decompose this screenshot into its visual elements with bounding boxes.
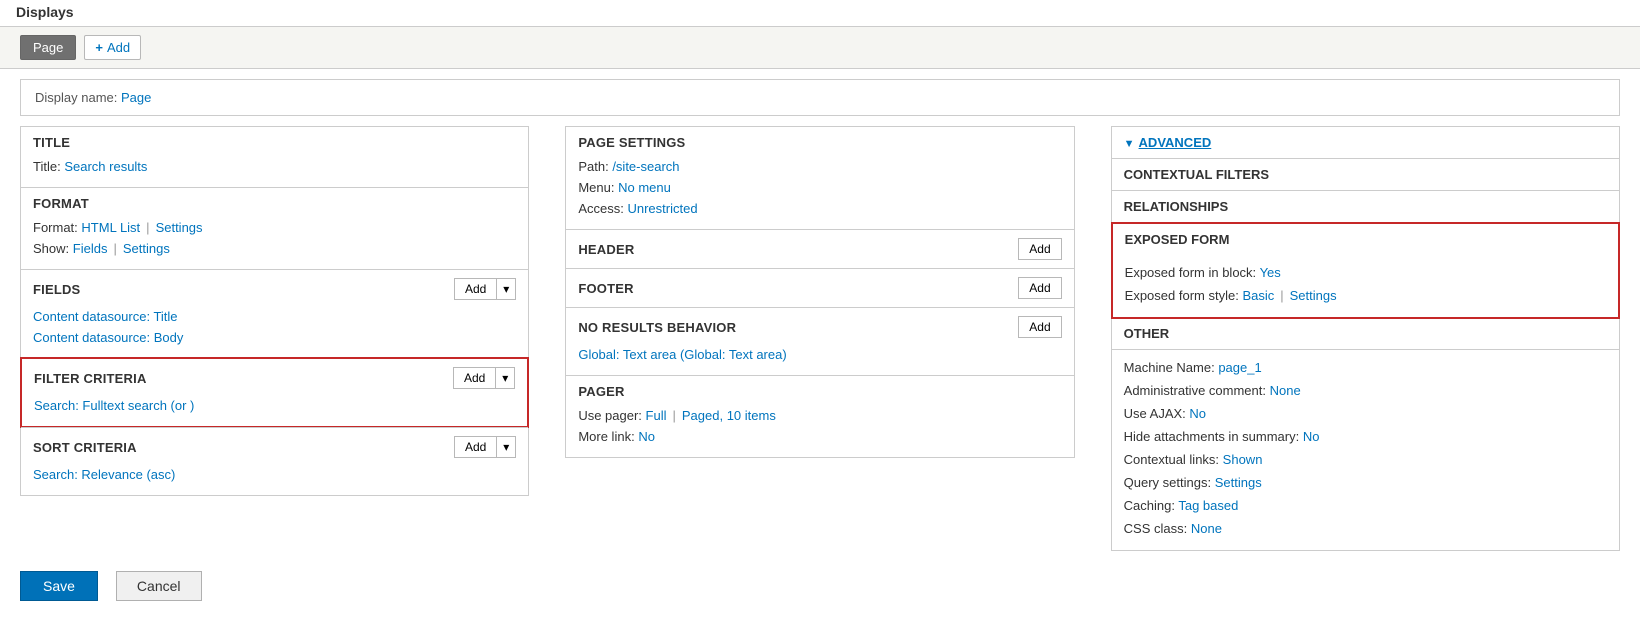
path-link[interactable]: /site-search	[612, 159, 679, 174]
advanced-toggle[interactable]: ▼ADVANCED	[1112, 127, 1619, 159]
pager-paged-link[interactable]: Paged, 10 items	[682, 408, 776, 423]
save-button[interactable]: Save	[20, 571, 98, 601]
admin-comment-link[interactable]: None	[1270, 383, 1301, 398]
footer-buttons: Save Cancel	[0, 551, 1640, 601]
exposed-form-head[interactable]: EXPOSED FORM	[1113, 224, 1618, 255]
add-filter-button[interactable]: Add	[453, 367, 496, 389]
cancel-button[interactable]: Cancel	[116, 571, 202, 601]
panel-no-results: NO RESULTS BEHAVIOR Add Global: Text are…	[566, 307, 1073, 375]
exposed-style-link[interactable]: Basic	[1242, 288, 1274, 303]
access-link[interactable]: Unrestricted	[627, 201, 697, 216]
morelink-link[interactable]: No	[638, 429, 655, 444]
menu-link[interactable]: No menu	[618, 180, 671, 195]
display-name-value[interactable]: Page	[121, 90, 151, 105]
add-footer-button[interactable]: Add	[1018, 277, 1061, 299]
add-filter-dropdown[interactable]: ▾	[496, 367, 515, 389]
left-column: TITLE Title: Search results FORMAT Forma…	[20, 126, 529, 496]
pager-full-link[interactable]: Full	[646, 408, 667, 423]
add-field-dropdown[interactable]: ▾	[497, 278, 516, 300]
field-body-link[interactable]: Content datasource: Body	[33, 330, 183, 345]
title-link[interactable]: Search results	[64, 159, 147, 174]
page-title: Displays	[0, 0, 1640, 27]
show-fields-link[interactable]: Fields	[73, 241, 108, 256]
other-head[interactable]: OTHER	[1112, 318, 1619, 350]
sort-relevance-link[interactable]: Search: Relevance (asc)	[33, 467, 175, 482]
panel-title: TITLE Title: Search results	[21, 126, 528, 187]
field-title-link[interactable]: Content datasource: Title	[33, 309, 178, 324]
add-display-button[interactable]: +Add	[84, 35, 141, 60]
query-settings-link[interactable]: Settings	[1215, 475, 1262, 490]
exposed-style-settings-link[interactable]: Settings	[1290, 288, 1337, 303]
relationships-head[interactable]: RELATIONSHIPS	[1112, 191, 1619, 223]
add-sort-button[interactable]: Add	[454, 436, 497, 458]
panel-pager: PAGER Use pager: Full|Paged, 10 items Mo…	[566, 375, 1073, 457]
add-header-button[interactable]: Add	[1018, 238, 1061, 260]
panel-filter-criteria: FILTER CRITERIA Add ▾ Search: Fulltext s…	[20, 357, 529, 428]
exposed-block-link[interactable]: Yes	[1260, 265, 1281, 280]
display-name-label: Display name:	[35, 90, 117, 105]
css-class-link[interactable]: None	[1191, 521, 1222, 536]
displays-tabs: Page +Add	[0, 27, 1640, 69]
triangle-down-icon: ▼	[1124, 138, 1135, 150]
display-name-row: Display name: Page	[20, 79, 1620, 116]
noresults-textarea-link[interactable]: Global: Text area (Global: Text area)	[578, 347, 786, 362]
show-settings-link[interactable]: Settings	[123, 241, 170, 256]
middle-column: PAGE SETTINGS Path: /site-search Menu: N…	[565, 126, 1074, 458]
add-field-button[interactable]: Add	[454, 278, 497, 300]
panel-page-settings: PAGE SETTINGS Path: /site-search Menu: N…	[566, 126, 1073, 229]
panel-format: FORMAT Format: HTML List|Settings Show: …	[21, 187, 528, 269]
caching-link[interactable]: Tag based	[1178, 498, 1238, 513]
use-ajax-link[interactable]: No	[1189, 406, 1206, 421]
panel-head-title: TITLE	[33, 135, 516, 150]
exposed-form-box: EXPOSED FORM Exposed form in block: Yes …	[1111, 222, 1620, 319]
panel-sort-criteria: SORT CRITERIA Add ▾ Search: Relevance (a…	[21, 427, 528, 495]
filter-fulltext-link[interactable]: Search: Fulltext search (or )	[34, 398, 194, 413]
panel-header: HEADER Add	[566, 229, 1073, 268]
format-settings-link[interactable]: Settings	[156, 220, 203, 235]
panel-fields: FIELDS Add ▾ Content datasource: Title C…	[21, 269, 528, 358]
panel-footer: FOOTER Add	[566, 268, 1073, 307]
hide-attachments-link[interactable]: No	[1303, 429, 1320, 444]
tab-page[interactable]: Page	[20, 35, 76, 60]
add-noresults-button[interactable]: Add	[1018, 316, 1061, 338]
contextual-filters-head[interactable]: CONTEXTUAL FILTERS	[1112, 159, 1619, 191]
plus-icon: +	[95, 40, 103, 55]
machine-name-link[interactable]: page_1	[1218, 360, 1261, 375]
contextual-links-link[interactable]: Shown	[1223, 452, 1263, 467]
format-type-link[interactable]: HTML List	[81, 220, 140, 235]
right-column: ▼ADVANCED CONTEXTUAL FILTERS RELATIONSHI…	[1111, 126, 1620, 551]
add-sort-dropdown[interactable]: ▾	[497, 436, 516, 458]
